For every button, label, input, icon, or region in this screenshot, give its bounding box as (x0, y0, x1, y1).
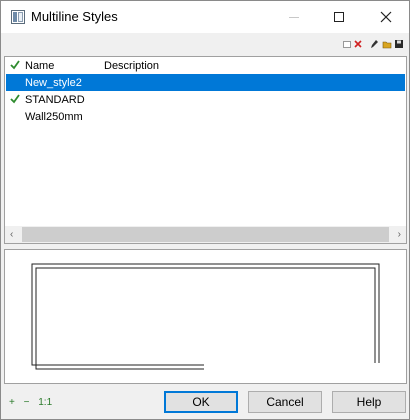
style-name: Wall250mm (25, 111, 83, 123)
scroll-left-icon[interactable]: ‹ (10, 229, 13, 240)
minimize-icon (289, 17, 299, 18)
zoom-out-icon[interactable]: − (24, 397, 30, 408)
scroll-right-icon[interactable]: › (398, 229, 401, 240)
title-bar: Multiline Styles (1, 1, 409, 33)
zoom-actual-icon[interactable]: 1:1 (38, 397, 52, 408)
help-button[interactable]: Help (332, 391, 406, 413)
close-button[interactable] (363, 1, 409, 33)
maximize-icon (334, 12, 344, 22)
list-item[interactable]: STANDARD (6, 91, 405, 108)
ok-button[interactable]: OK (164, 391, 238, 413)
column-header-description[interactable]: Description (104, 60, 159, 72)
check-icon (10, 94, 20, 104)
edit-icon[interactable] (369, 39, 379, 49)
preview-controls: + − 1:1 (9, 397, 58, 408)
maximize-button[interactable] (317, 1, 363, 33)
new-icon[interactable] (342, 39, 352, 49)
save-icon[interactable] (394, 39, 404, 49)
delete-icon[interactable] (353, 39, 363, 49)
list-header: Name Description (5, 57, 406, 74)
check-column-icon (10, 60, 20, 70)
window-title: Multiline Styles (31, 9, 118, 24)
column-header-name[interactable]: Name (25, 60, 54, 72)
list-item[interactable]: Wall250mm (6, 108, 405, 125)
app-icon (11, 10, 25, 24)
style-toolbar (336, 39, 406, 51)
style-name: New_style2 (25, 77, 82, 89)
style-name: STANDARD (25, 94, 85, 106)
open-icon[interactable] (382, 39, 392, 49)
multiline-styles-dialog: Multiline Styles Name Description New_st… (0, 0, 410, 420)
cancel-button[interactable]: Cancel (248, 391, 322, 413)
multiline-preview-drawing (31, 263, 380, 370)
list-item[interactable]: New_style2 (6, 74, 405, 91)
style-preview (4, 249, 407, 384)
scrollbar-thumb[interactable] (22, 227, 389, 242)
horizontal-scrollbar[interactable]: ‹ › (5, 226, 406, 243)
zoom-in-icon[interactable]: + (9, 397, 15, 408)
close-icon (380, 11, 392, 23)
styles-list: Name Description New_style2 STANDARD Wal… (4, 56, 407, 244)
minimize-button[interactable] (271, 1, 317, 33)
